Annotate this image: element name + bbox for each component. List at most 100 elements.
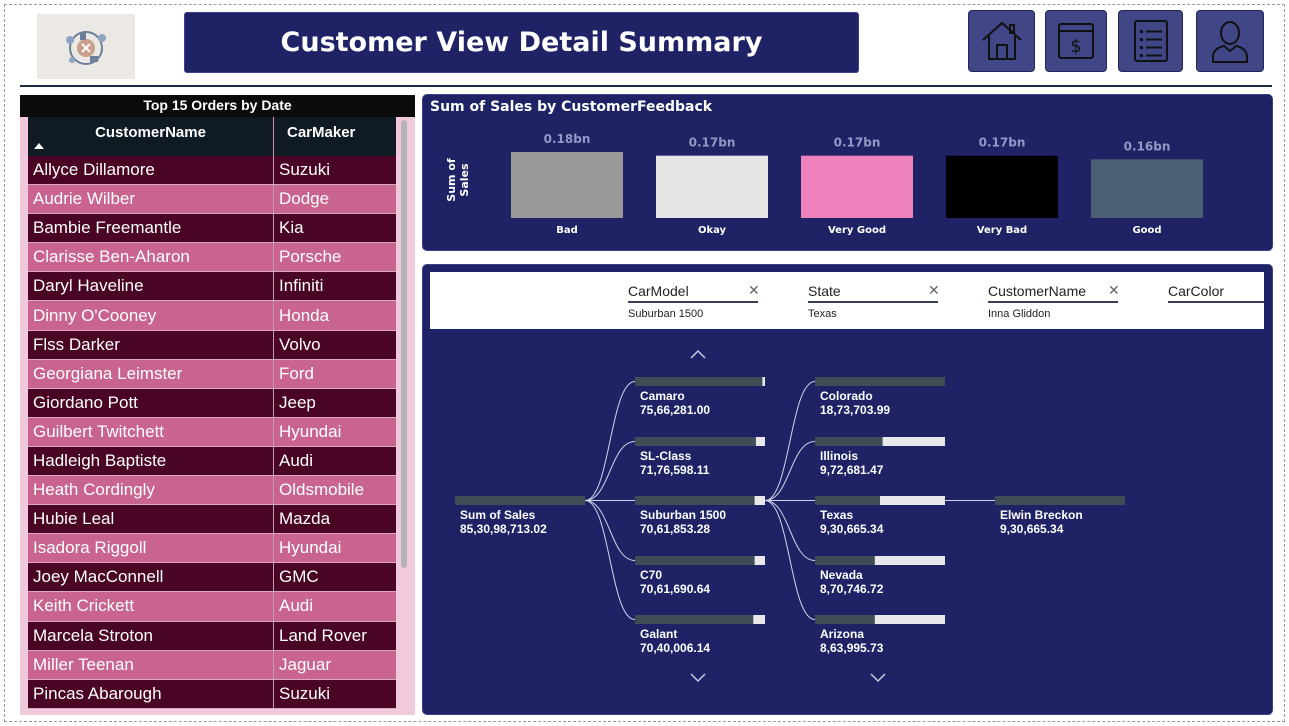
bar-very-good[interactable] — [801, 155, 913, 218]
tree-connector — [584, 500, 636, 561]
report-title-banner: Customer View Detail Summary — [184, 12, 859, 73]
table-row[interactable]: Allyce Dillamore Suzuki — [28, 156, 396, 186]
table-row[interactable]: Marcela Stroton Land Rover — [28, 621, 396, 651]
table-row[interactable]: Pincas Abarough Suzuki — [28, 679, 396, 709]
decomposition-tree-panel: CarModel Suburban 1500 ✕ State Texas ✕ C… — [422, 264, 1273, 715]
cell-carmaker: Porsche — [279, 247, 342, 267]
cell-customername: Allyce Dillamore — [28, 156, 274, 185]
scroll-up-chevron-icon[interactable] — [690, 349, 706, 359]
cell-carmaker: Jaguar — [279, 654, 331, 674]
table-row[interactable]: Miller Teenan Jaguar — [28, 650, 396, 680]
bar-okay[interactable] — [656, 155, 768, 218]
data-label: 0.17bn — [689, 136, 736, 150]
carmodel-bar-fill[interactable] — [635, 615, 754, 624]
tree-node-carmodel: Camaro 75,66,281.00 — [640, 389, 710, 417]
node-value: 71,76,598.11 — [640, 463, 710, 477]
node-value: 18,73,703.99 — [820, 403, 891, 417]
table-row[interactable]: Hadleigh Baptiste Audi — [28, 446, 396, 477]
customer-bar-fill[interactable] — [995, 496, 1125, 505]
table-row[interactable]: Audrie Wilber Dodge — [28, 185, 396, 215]
table-row[interactable]: Dinny O'Cooney Honda — [28, 301, 396, 331]
bar-good[interactable] — [1091, 159, 1203, 218]
carmodel-bar-fill[interactable] — [635, 496, 755, 505]
details-button[interactable] — [1118, 10, 1183, 72]
bar-very-bad[interactable] — [946, 155, 1058, 218]
scroll-down-chevron-icon[interactable] — [690, 673, 706, 683]
category-label: Bad — [556, 225, 578, 236]
table-row[interactable]: Flss Darker Volvo — [28, 330, 396, 360]
tree-connector — [764, 441, 816, 501]
cell-carmaker: Jeep — [279, 392, 316, 412]
tree-connector — [584, 500, 636, 620]
user-icon — [1212, 21, 1248, 63]
table-row[interactable]: Heath Cordingly Oldsmobile — [28, 476, 396, 506]
scrollbar-thumb[interactable] — [401, 120, 407, 568]
tree-node-carmodel: Galant 70,40,006.14 — [640, 627, 710, 655]
cell-customername: Audrie Wilber — [28, 185, 274, 214]
table-row[interactable]: Clarisse Ben-Aharon Porsche — [28, 243, 396, 273]
state-bar-fill[interactable] — [815, 556, 875, 565]
scroll-down-chevron-icon[interactable] — [870, 673, 886, 683]
table-title: Top 15 Orders by Date — [20, 95, 415, 117]
tree-connector — [764, 381, 816, 501]
state-bar-fill[interactable] — [815, 437, 883, 446]
cell-carmaker: Mazda — [279, 509, 331, 529]
cell-customername: Miller Teenan — [28, 650, 274, 679]
node-value: 9,30,665.34 — [1000, 522, 1064, 536]
svg-text:$: $ — [1070, 36, 1081, 57]
bar-bad[interactable] — [511, 152, 623, 218]
carmodel-bar-fill[interactable] — [635, 377, 763, 386]
orders-table: CustomerName CarMaker Allyce Dillamore Su… — [20, 117, 415, 715]
node-value: 70,40,006.14 — [640, 641, 711, 655]
header-divider — [20, 85, 1272, 87]
column-header-customername[interactable]: CustomerName — [28, 117, 274, 156]
node-label: Nevada — [820, 568, 863, 582]
sales-button[interactable]: $ — [1045, 10, 1107, 72]
state-bar-fill[interactable] — [815, 496, 880, 505]
node-label: Camaro — [640, 389, 685, 403]
carmodel-bar-fill[interactable] — [635, 556, 755, 565]
table-row[interactable]: Georgiana Leimster Ford — [28, 359, 396, 389]
cell-customername: Georgiana Leimster — [28, 359, 274, 388]
tree-connector — [584, 381, 636, 501]
table-row[interactable]: Isadora Riggoll Hyundai — [28, 534, 396, 564]
node-label: Elwin Breckon — [1000, 508, 1083, 522]
company-logo — [37, 14, 135, 79]
cell-customername: Hubie Leal — [28, 505, 274, 534]
state-bar-fill[interactable] — [815, 615, 875, 624]
category-label: Very Good — [828, 225, 886, 236]
tree-node-root: Sum of Sales 85,30,98,713.02 — [460, 508, 547, 536]
sort-ascending-icon[interactable] — [34, 143, 44, 149]
table-row[interactable]: Bambie Freemantle Kia — [28, 214, 396, 244]
home-button[interactable] — [968, 10, 1035, 72]
cell-customername: Giordano Pott — [28, 388, 274, 417]
cell-customername: Guilbert Twitchett — [28, 417, 274, 446]
cell-customername: Hadleigh Baptiste — [28, 446, 274, 476]
carmodel-bar-fill[interactable] — [635, 437, 756, 446]
tree-node-state: Nevada 8,70,746.72 — [820, 568, 883, 596]
cell-carmaker: Volvo — [279, 334, 321, 354]
root-bar-fill[interactable] — [455, 496, 585, 505]
cell-customername: Marcela Stroton — [28, 621, 274, 650]
sales-by-feedback-panel: Sum of Sales by CustomerFeedback Sum of … — [422, 94, 1273, 251]
cell-carmaker: Oldsmobile — [279, 480, 365, 500]
table-row[interactable]: Giordano Pott Jeep — [28, 388, 396, 418]
cell-carmaker: Hyundai — [279, 538, 342, 558]
table-row[interactable]: Guilbert Twitchett Hyundai — [28, 417, 396, 447]
page-title: Customer View Detail Summary — [280, 27, 763, 58]
column-header-carmaker[interactable]: CarMaker — [274, 117, 374, 156]
table-row[interactable]: Hubie Leal Mazda — [28, 505, 396, 535]
node-label: Suburban 1500 — [640, 508, 727, 522]
cell-customername: Flss Darker — [28, 330, 274, 359]
table-row[interactable]: Joey MacConnell GMC — [28, 563, 396, 593]
bar-chart: 0.18bn Bad 0.17bn Okay 0.17bn Very Good 0.17bn… — [511, 132, 1203, 236]
table-row[interactable]: Daryl Haveline Infiniti — [28, 272, 396, 302]
tree-node-state: Arizona 8,63,995.73 — [820, 627, 883, 655]
table-row[interactable]: Keith Crickett Audi — [28, 592, 396, 622]
tree-connector — [764, 500, 816, 561]
tree-connector — [764, 500, 816, 620]
cell-carmaker: Land Rover — [279, 625, 367, 645]
customer-button[interactable] — [1196, 10, 1264, 72]
state-bar-fill[interactable] — [815, 377, 945, 386]
home-icon — [981, 21, 1022, 60]
